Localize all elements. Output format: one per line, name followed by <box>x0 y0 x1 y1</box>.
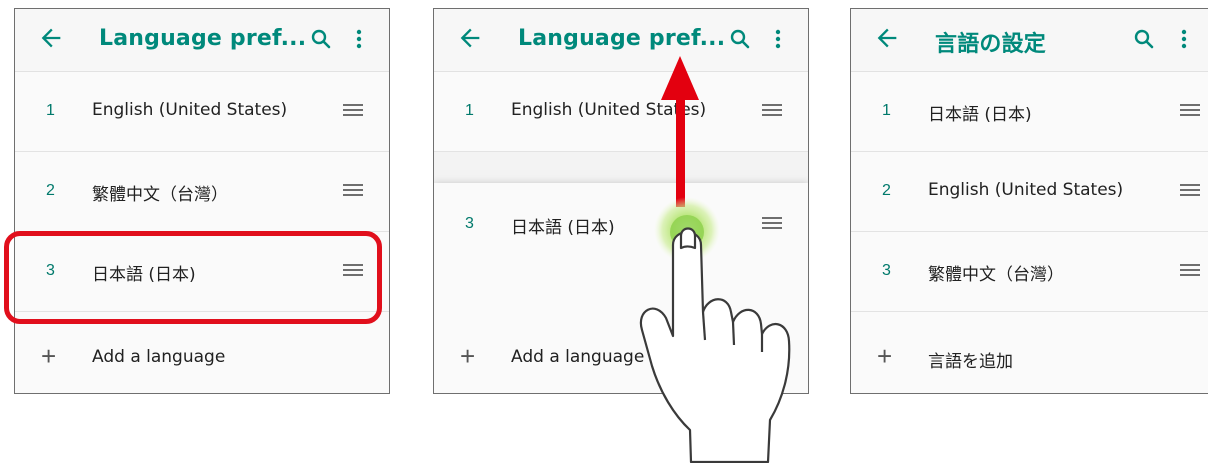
drag-handle-icon[interactable] <box>1180 264 1200 278</box>
item-rank: 3 <box>882 262 891 279</box>
language-label: 繁體中文（台灣） <box>928 265 1064 285</box>
arrow-left-icon[interactable] <box>873 24 901 52</box>
add-language-button[interactable]: + 言語を追加 <box>851 321 1208 393</box>
drag-handle-icon[interactable] <box>1180 184 1200 198</box>
language-list-item[interactable]: 2 English (United States) <box>851 152 1208 232</box>
hand-pointer-icon <box>639 227 791 463</box>
search-icon[interactable] <box>1132 27 1156 51</box>
plus-icon: + <box>877 341 893 371</box>
language-list-item[interactable]: 3 繁體中文（台灣） <box>851 232 1208 312</box>
drag-handle-icon[interactable] <box>1180 104 1200 118</box>
item-rank: 2 <box>882 182 891 199</box>
screen-after-drag: 言語の設定 1 日本語 (日本) 2 English (United State… <box>850 8 1208 394</box>
language-label: 日本語 (日本) <box>928 105 1032 125</box>
language-label: English (United States) <box>928 180 1124 200</box>
more-vert-icon[interactable] <box>1172 27 1196 51</box>
app-bar: 言語の設定 <box>851 9 1208 72</box>
drag-up-arrow <box>661 56 699 207</box>
page-title: 言語の設定 <box>935 32 1047 57</box>
add-language-label: 言語を追加 <box>928 352 1013 372</box>
language-list-item[interactable]: 1 日本語 (日本) <box>851 72 1208 152</box>
item-rank: 1 <box>882 102 891 119</box>
